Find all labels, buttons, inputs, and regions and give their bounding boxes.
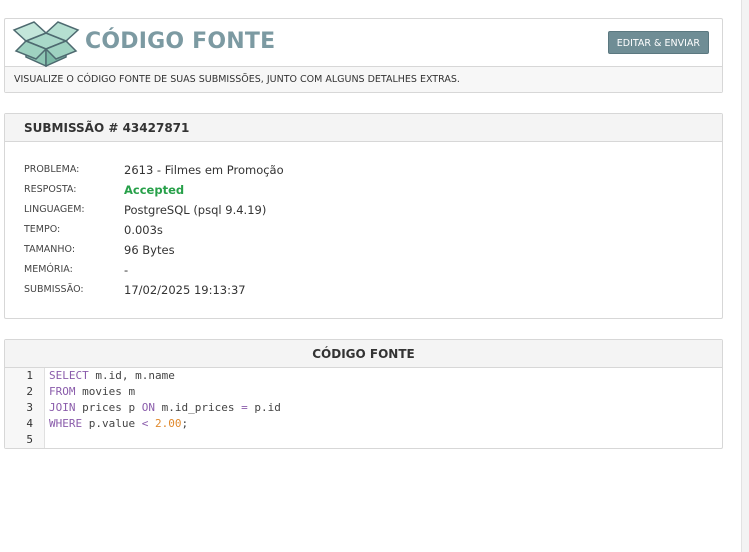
detail-label: SUBMISSÃO: bbox=[24, 284, 84, 295]
open-box-logo-icon bbox=[12, 21, 80, 67]
edit-and-submit-button[interactable]: EDITAR & ENVIAR bbox=[607, 31, 709, 54]
sql-keyword: FROM bbox=[49, 385, 76, 398]
sql-token: p.id bbox=[247, 401, 281, 414]
detail-label: RESPOSTA: bbox=[24, 184, 77, 195]
detail-value: 0.003s bbox=[124, 223, 163, 237]
detail-value: - bbox=[124, 263, 129, 277]
source-code-panel: CÓDIGO FONTE 1 SELECT m.id, m.name 2 FROM m… bbox=[4, 339, 723, 449]
sql-keyword: WHERE bbox=[49, 417, 83, 430]
code-text: FROM movies m bbox=[49, 384, 135, 400]
code-line: 1 SELECT m.id, m.name bbox=[5, 368, 705, 384]
sql-token: movies m bbox=[75, 385, 136, 398]
sql-keyword: JOIN bbox=[49, 401, 76, 414]
sql-keyword: ON bbox=[141, 401, 155, 414]
sql-token: ; bbox=[181, 417, 189, 430]
sql-number: 2.00 bbox=[154, 417, 182, 430]
sql-token: m.id, m.name bbox=[88, 369, 175, 382]
detail-value: 17/02/2025 19:13:37 bbox=[124, 283, 246, 297]
window-edge bbox=[741, 0, 749, 552]
line-number: 4 bbox=[26, 417, 33, 430]
code-line: 3 JOIN prices p ON m.id_prices = p.id bbox=[5, 400, 705, 416]
page-subtitle: VISUALIZE O CÓDIGO FONTE DE SUAS SUBMISS… bbox=[5, 66, 722, 92]
sql-token: prices p bbox=[75, 401, 142, 414]
code-text: JOIN prices p ON m.id_prices = p.id bbox=[49, 400, 281, 416]
page-title: CÓDIGO FONTE bbox=[85, 29, 276, 54]
line-number: 3 bbox=[26, 401, 33, 414]
sql-token: m.id_prices bbox=[154, 401, 242, 414]
submission-heading: SUBMISSÃO # 43427871 bbox=[5, 114, 722, 142]
sql-keyword: SELECT bbox=[49, 369, 89, 382]
source-code-heading: CÓDIGO FONTE bbox=[5, 340, 722, 368]
code-editor[interactable]: 1 SELECT m.id, m.name 2 FROM movies m 3 JOIN … bbox=[5, 368, 722, 448]
detail-label: LINGUAGEM: bbox=[24, 204, 85, 215]
page-header-panel: CÓDIGO FONTE EDITAR & ENVIAR VISUALIZE O… bbox=[4, 18, 723, 93]
code-line: 5 bbox=[5, 432, 705, 448]
sql-token: p.value bbox=[82, 417, 142, 430]
detail-label: PROBLEMA: bbox=[24, 164, 80, 175]
problem-link[interactable]: 2613 - Filmes em Promoção bbox=[124, 160, 284, 180]
line-number: 5 bbox=[26, 433, 33, 446]
code-line: 4 WHERE p.value < 2.00; bbox=[5, 416, 705, 432]
code-text: SELECT m.id, m.name bbox=[49, 368, 175, 384]
submission-details-panel: SUBMISSÃO # 43427871 PROBLEMA: 2613 - Fi… bbox=[4, 113, 723, 319]
detail-label: TAMANHO: bbox=[24, 244, 76, 255]
answer-status: Accepted bbox=[124, 183, 185, 197]
sql-operator: = bbox=[241, 401, 248, 414]
line-number: 2 bbox=[26, 385, 33, 398]
code-line: 2 FROM movies m bbox=[5, 384, 705, 400]
line-number: 1 bbox=[26, 369, 33, 382]
code-text: WHERE p.value < 2.00; bbox=[49, 416, 188, 432]
detail-label: MEMÓRIA: bbox=[24, 264, 73, 275]
detail-label: TEMPO: bbox=[24, 224, 61, 235]
detail-value: 96 Bytes bbox=[124, 243, 175, 257]
detail-value: PostgreSQL (psql 9.4.19) bbox=[124, 203, 267, 217]
